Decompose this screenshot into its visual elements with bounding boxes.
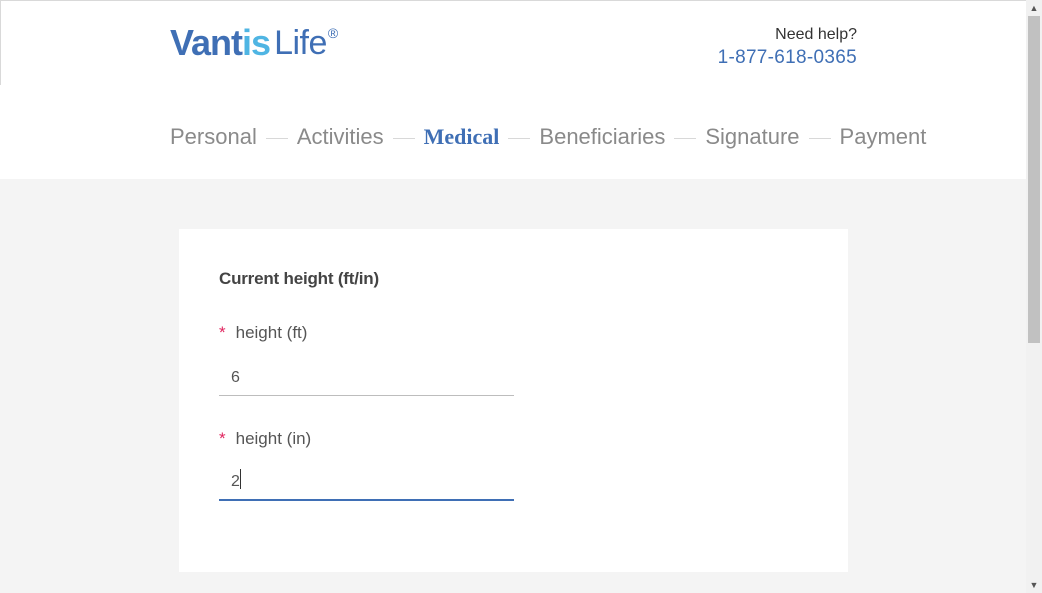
step-personal[interactable]: Personal (170, 122, 257, 152)
step-separator (674, 137, 697, 139)
height-ft-label-text: height (ft) (235, 323, 308, 342)
page-scrollbar[interactable]: ▲ ▼ (1026, 0, 1042, 593)
logo-registered-mark: ® (327, 25, 339, 41)
step-beneficiaries[interactable]: Beneficiaries (539, 122, 665, 152)
help-phone-link[interactable]: 1-877-618-0365 (718, 45, 857, 71)
help-contact: Need help? 1-877-618-0365 (718, 25, 857, 71)
height-ft-field: * height (ft) (219, 322, 514, 397)
step-separator (265, 137, 288, 139)
height-ft-label: * height (ft) (219, 322, 514, 344)
height-form-card: Current height (ft/in) * height (ft) * hei… (179, 229, 848, 572)
height-ft-input[interactable] (219, 360, 514, 396)
height-in-input[interactable] (219, 465, 514, 501)
help-label: Need help? (775, 26, 857, 43)
progress-steps: Personal Activities Medical Beneficiarie… (170, 122, 926, 152)
height-in-field: * height (in) (219, 428, 514, 503)
step-separator (392, 137, 415, 139)
header-border (0, 0, 1026, 1)
height-in-label-text: height (in) (235, 429, 312, 448)
logo-text-vant: Vant (170, 22, 243, 63)
scroll-down-arrow-icon[interactable]: ▼ (1026, 577, 1042, 593)
height-in-label: * height (in) (219, 428, 514, 450)
required-asterisk: * (219, 323, 226, 342)
scrollbar-thumb[interactable] (1028, 16, 1040, 343)
section-title: Current height (ft/in) (219, 269, 379, 288)
site-header: Vant is Life ® Need help? 1-877-618-0365 Pe… (0, 0, 1026, 179)
text-caret (240, 469, 241, 489)
required-asterisk: * (219, 429, 226, 448)
step-signature[interactable]: Signature (705, 122, 799, 152)
scroll-up-arrow-icon[interactable]: ▲ (1026, 0, 1042, 16)
logo-text-is: is (242, 22, 271, 63)
step-payment[interactable]: Payment (840, 122, 927, 152)
step-separator (508, 137, 531, 139)
step-medical[interactable]: Medical (424, 122, 500, 152)
logo-text-life: Life (274, 24, 327, 62)
step-activities[interactable]: Activities (297, 122, 384, 152)
header-left-border (0, 0, 1, 85)
step-separator (808, 137, 831, 139)
vantis-life-logo[interactable]: Vant is Life ® (170, 22, 338, 66)
